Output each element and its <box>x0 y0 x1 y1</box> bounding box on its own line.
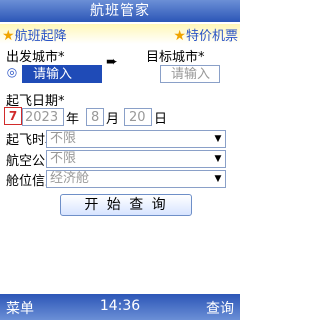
time-slot-select[interactable]: 不限 ▼ <box>46 130 226 148</box>
day-field[interactable]: 20 <box>124 108 152 126</box>
month-unit: 月 <box>106 112 120 127</box>
search-softkey[interactable]: 查询 <box>206 298 234 318</box>
chevron-down-icon: ▼ <box>214 134 222 144</box>
tab-flight-status[interactable]: ★航班起降 <box>2 25 67 44</box>
start-search-button[interactable]: 开 始 查 询 <box>60 194 192 216</box>
star-icon: ★ <box>173 28 186 44</box>
app-title: 航班管家 <box>90 3 150 19</box>
airline-select[interactable]: 不限 ▼ <box>46 150 226 168</box>
chevron-down-icon: ▼ <box>214 174 222 184</box>
day-unit: 日 <box>154 112 168 127</box>
title-bar: 航班管家 <box>0 0 240 22</box>
tab-special-fares[interactable]: ★特价机票 <box>173 25 238 44</box>
softkey-bar: 菜单 14:36 查询 <box>0 294 240 320</box>
month-field[interactable]: 8 <box>86 108 104 126</box>
departure-label: 出发城市* <box>6 50 65 65</box>
departure-input[interactable]: 请输入 <box>22 65 102 83</box>
year-unit: 年 <box>66 112 80 127</box>
year-field[interactable]: 2023 <box>22 108 64 126</box>
cabin-select[interactable]: 经济舱 ▼ <box>46 170 226 188</box>
calendar-icon: 7 <box>4 107 22 125</box>
destination-label: 目标城市* <box>146 50 205 65</box>
location-icon: ◎ <box>6 65 18 79</box>
route-arrow-icon: ➨ <box>106 54 118 70</box>
mode-tabs: ★航班起降 ★特价机票 <box>0 24 240 44</box>
destination-input[interactable]: 请输入 <box>160 65 220 83</box>
clock: 14:36 <box>99 298 141 314</box>
star-icon: ★ <box>2 28 15 44</box>
chevron-down-icon: ▼ <box>214 154 222 164</box>
